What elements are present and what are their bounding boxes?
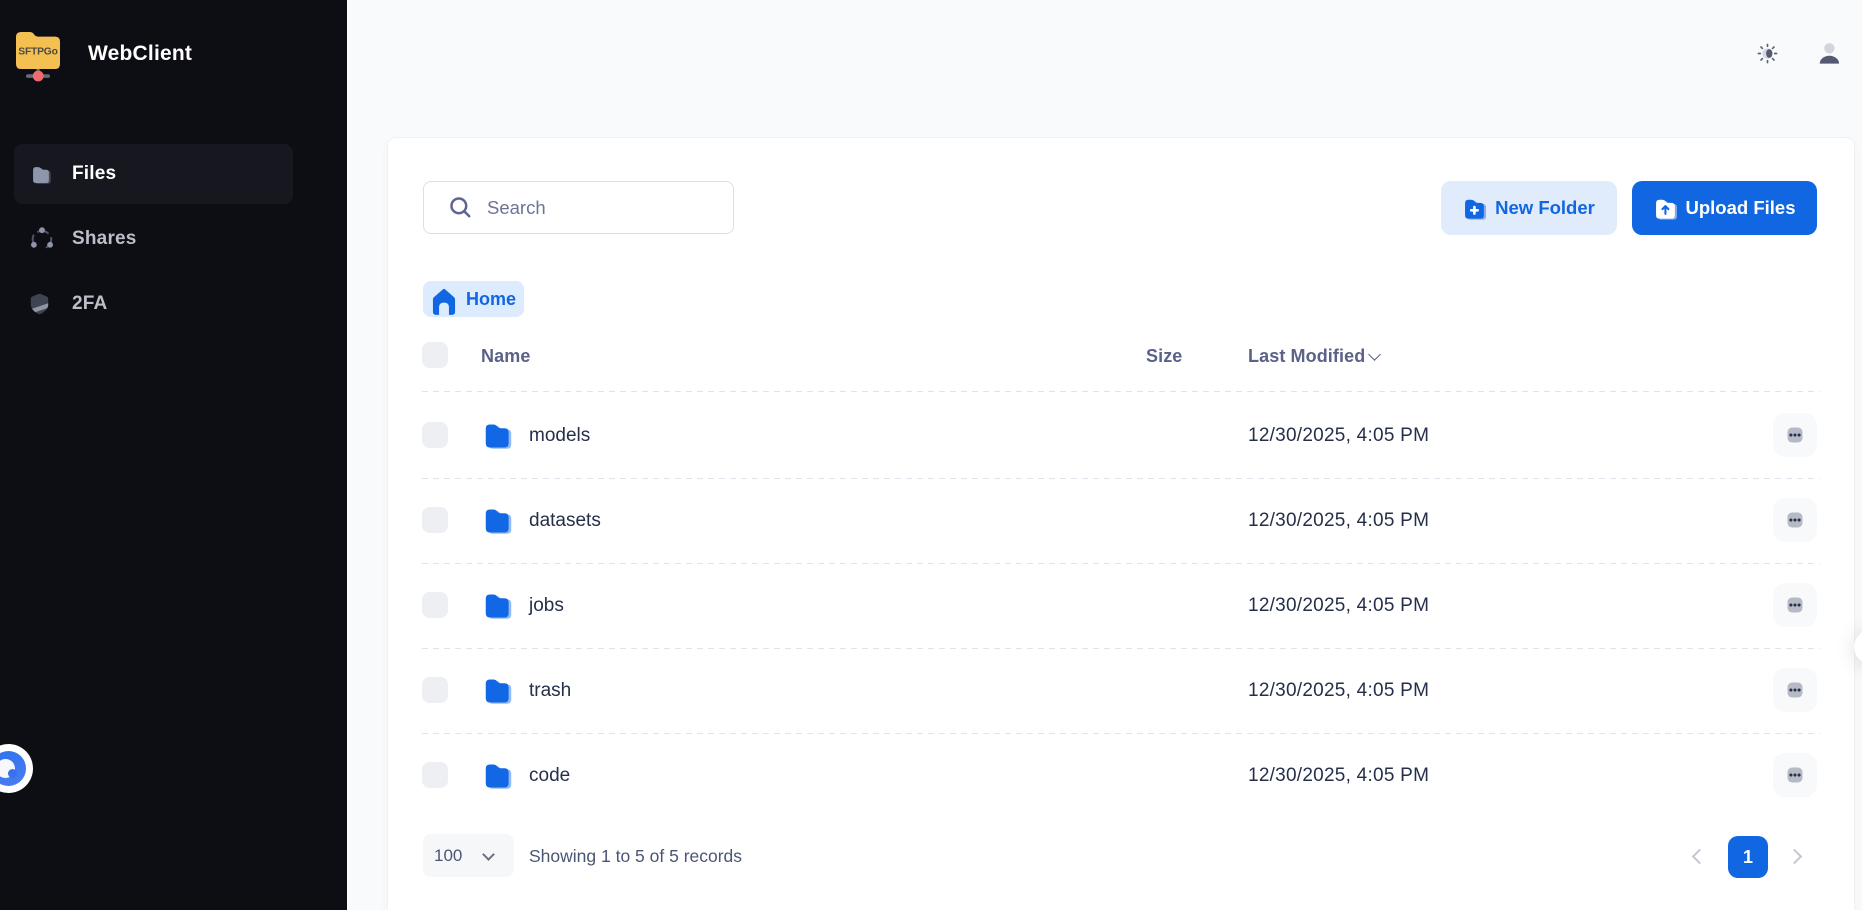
svg-text:SFTPGo: SFTPGo: [18, 47, 57, 58]
